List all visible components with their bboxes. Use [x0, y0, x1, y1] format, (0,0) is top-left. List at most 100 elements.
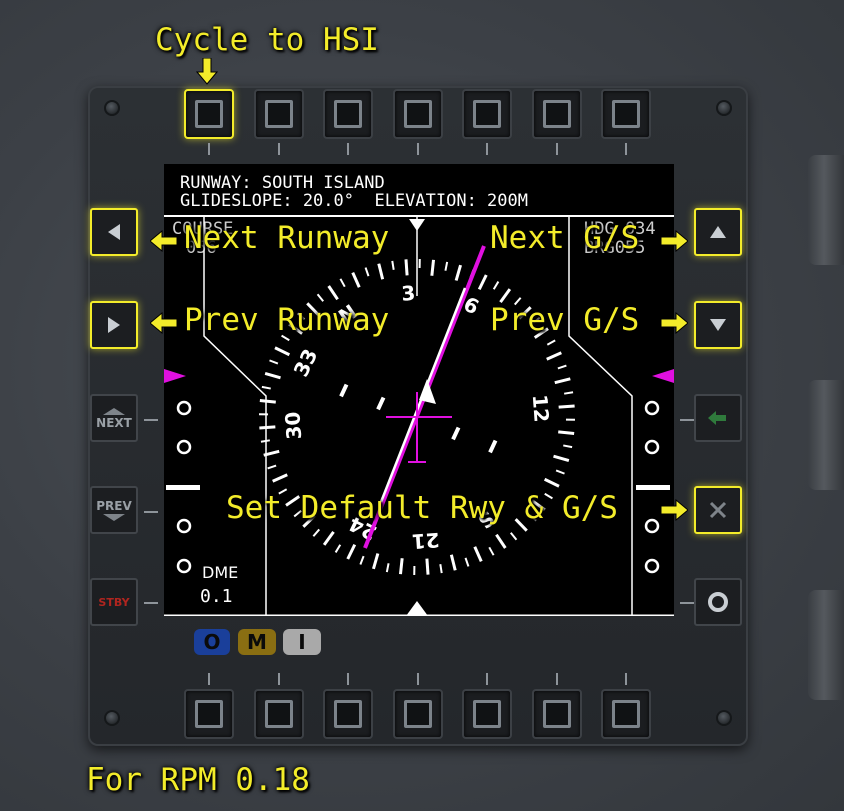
- compass-tick: [554, 377, 571, 385]
- arrow-right-callout-icon: [660, 312, 688, 334]
- gs-dot: [644, 558, 660, 574]
- gs-dot: [176, 518, 192, 534]
- osb-top-2[interactable]: [254, 89, 304, 139]
- gs-dot: [176, 558, 192, 574]
- osb-top-5[interactable]: [462, 89, 512, 139]
- compass-tick: [359, 555, 365, 565]
- compass-tick: [322, 530, 335, 546]
- compass-tick: [346, 543, 357, 560]
- side-panel-knob-1: [808, 155, 844, 265]
- osb-top-4[interactable]: [393, 89, 443, 139]
- stby-button-label: STBY: [98, 595, 130, 609]
- label-cycle-hsi: Cycle to HSI: [155, 22, 379, 58]
- osb-tick: [625, 673, 627, 685]
- compass-tick: [269, 359, 279, 365]
- arrow-right-callout-icon: [660, 230, 688, 252]
- osb-tick: [486, 673, 488, 685]
- set-default-button[interactable]: [694, 486, 742, 534]
- compass-tick: [499, 288, 512, 304]
- compass-tick: [267, 464, 277, 470]
- arrow-up-icon: [710, 226, 726, 238]
- osb-bottom-2[interactable]: [254, 689, 304, 739]
- osb-top-6[interactable]: [532, 89, 582, 139]
- compass-tick: [464, 557, 470, 567]
- compass-tick: [327, 285, 339, 301]
- osb-bottom-5[interactable]: [462, 689, 512, 739]
- side-tick: [144, 419, 158, 421]
- compass-tick: [555, 469, 565, 475]
- compass-tick: [364, 267, 370, 277]
- gs-dot: [176, 400, 192, 416]
- o-button[interactable]: [694, 578, 742, 626]
- compass-tick: [477, 274, 488, 291]
- arrow-down-callout-icon: [196, 58, 218, 85]
- compass-tick: [488, 546, 495, 556]
- compass-label: 12: [528, 394, 554, 423]
- osb-top-3[interactable]: [323, 89, 373, 139]
- osb-tick: [625, 143, 627, 155]
- right-frame-line: [568, 216, 633, 616]
- chevron-up-icon: [103, 407, 125, 415]
- compass-tick: [449, 554, 457, 571]
- label-prev-gs: Prev G/S: [490, 302, 640, 338]
- compass-tick: [563, 444, 573, 449]
- next-button[interactable]: NEXT: [90, 394, 138, 442]
- gs-center-bar: [166, 485, 200, 490]
- compass-tick: [274, 346, 291, 357]
- osb-tick: [278, 673, 280, 685]
- osb-bottom-7[interactable]: [601, 689, 651, 739]
- compass-tick: [316, 293, 325, 302]
- compass-tick: [272, 473, 288, 483]
- label-next-runway: Next Runway: [184, 220, 390, 256]
- side-panel-knob-2: [808, 380, 844, 490]
- compass-tick: [312, 528, 321, 537]
- compass-tick: [385, 563, 390, 573]
- osb-bottom-6[interactable]: [532, 689, 582, 739]
- screw-icon: [104, 100, 120, 116]
- gs-dot: [176, 439, 192, 455]
- side-tick: [680, 419, 694, 421]
- prev-button[interactable]: PREV: [90, 486, 138, 534]
- osb-bottom-4[interactable]: [393, 689, 443, 739]
- prev-runway-button[interactable]: [90, 301, 138, 349]
- chevron-down-icon: [103, 513, 125, 521]
- osb-tick: [208, 143, 210, 155]
- compass-tick: [558, 430, 575, 436]
- enter-button[interactable]: [694, 394, 742, 442]
- label-set-default: Set Default Rwy & G/S: [226, 490, 618, 526]
- side-panel-knob-3: [808, 590, 844, 700]
- glideslope-pointer-right-icon: [652, 369, 674, 383]
- close-icon: [709, 501, 727, 519]
- compass-tick: [546, 339, 556, 346]
- glideslope-pointer-left-icon: [164, 369, 186, 383]
- gs-center-bar: [636, 485, 670, 490]
- osb-tick: [556, 673, 558, 685]
- osb-tick: [347, 143, 349, 155]
- compass-label: 3: [401, 281, 417, 306]
- osb-top-7[interactable]: [601, 89, 651, 139]
- compass-tick: [261, 385, 271, 390]
- side-tick: [680, 602, 694, 604]
- marker-outer: O: [194, 629, 230, 655]
- cdi-dot: [451, 426, 461, 441]
- next-runway-button[interactable]: [90, 208, 138, 256]
- prev-gs-button[interactable]: [694, 301, 742, 349]
- side-tick: [144, 511, 158, 513]
- compass-tick: [398, 558, 404, 575]
- next-gs-button[interactable]: [694, 208, 742, 256]
- screw-icon: [716, 710, 732, 726]
- compass-tick: [557, 364, 567, 370]
- return-arrow-icon: [708, 411, 726, 425]
- osb-tick: [208, 673, 210, 685]
- osb-bottom-3[interactable]: [323, 689, 373, 739]
- osb-top-1-cycle-hsi[interactable]: [184, 89, 234, 139]
- compass-tick: [473, 546, 483, 562]
- compass-tick: [492, 281, 500, 290]
- stby-button[interactable]: STBY: [90, 578, 138, 626]
- osb-bottom-1[interactable]: [184, 689, 234, 739]
- cdi-dot: [488, 439, 498, 454]
- arrow-down-icon: [710, 319, 726, 331]
- compass-tick: [264, 372, 281, 380]
- compass-tick: [546, 351, 562, 361]
- osb-tick: [417, 673, 419, 685]
